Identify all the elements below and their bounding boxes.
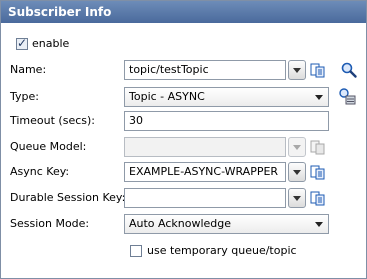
name-label: Name: xyxy=(10,63,47,76)
name-field[interactable]: topic/testTopic xyxy=(124,60,286,80)
temp-queue-checkbox[interactable] xyxy=(130,245,142,257)
type-label: Type: xyxy=(10,90,39,103)
chevron-down-icon xyxy=(315,222,323,227)
type-select[interactable]: Topic - ASYNC xyxy=(124,87,329,107)
enable-label: enable xyxy=(32,37,70,50)
session-mode-select-value: Auto Acknowledge xyxy=(129,217,232,230)
timeout-field[interactable]: 30 xyxy=(124,111,329,131)
durable-session-key-dropdown-button[interactable] xyxy=(288,188,306,208)
type-select-value: Topic - ASYNC xyxy=(129,90,205,103)
name-dropdown-button[interactable] xyxy=(288,60,306,80)
copy-icon[interactable] xyxy=(309,163,327,181)
queue-model-label: Queue Model: xyxy=(10,140,87,153)
chevron-down-icon xyxy=(315,95,323,100)
durable-session-key-field[interactable] xyxy=(124,188,286,208)
enable-checkbox[interactable] xyxy=(16,36,28,50)
async-key-dropdown-button[interactable] xyxy=(288,162,306,182)
subscriber-info-panel: Subscriber Info enable Name: topic/testT… xyxy=(0,0,367,279)
durable-session-key-label: Durable Session Key: xyxy=(10,191,126,204)
async-key-label: Async Key: xyxy=(10,165,70,178)
copy-icon[interactable] xyxy=(309,61,327,79)
temp-queue-label: use temporary queue/topic xyxy=(147,244,297,257)
browse-queue-icon[interactable] xyxy=(338,87,356,105)
panel-title: Subscriber Info xyxy=(1,1,366,23)
search-icon[interactable] xyxy=(340,61,358,79)
session-mode-label: Session Mode: xyxy=(10,217,90,230)
queue-model-field xyxy=(124,137,286,157)
session-mode-select[interactable]: Auto Acknowledge xyxy=(124,214,329,234)
async-key-field[interactable]: EXAMPLE-ASYNC-WRAPPER xyxy=(124,162,286,182)
timeout-label: Timeout (secs): xyxy=(10,114,95,127)
copy-icon-disabled xyxy=(310,140,325,155)
queue-model-dropdown-button xyxy=(288,137,306,157)
copy-icon[interactable] xyxy=(309,189,327,207)
